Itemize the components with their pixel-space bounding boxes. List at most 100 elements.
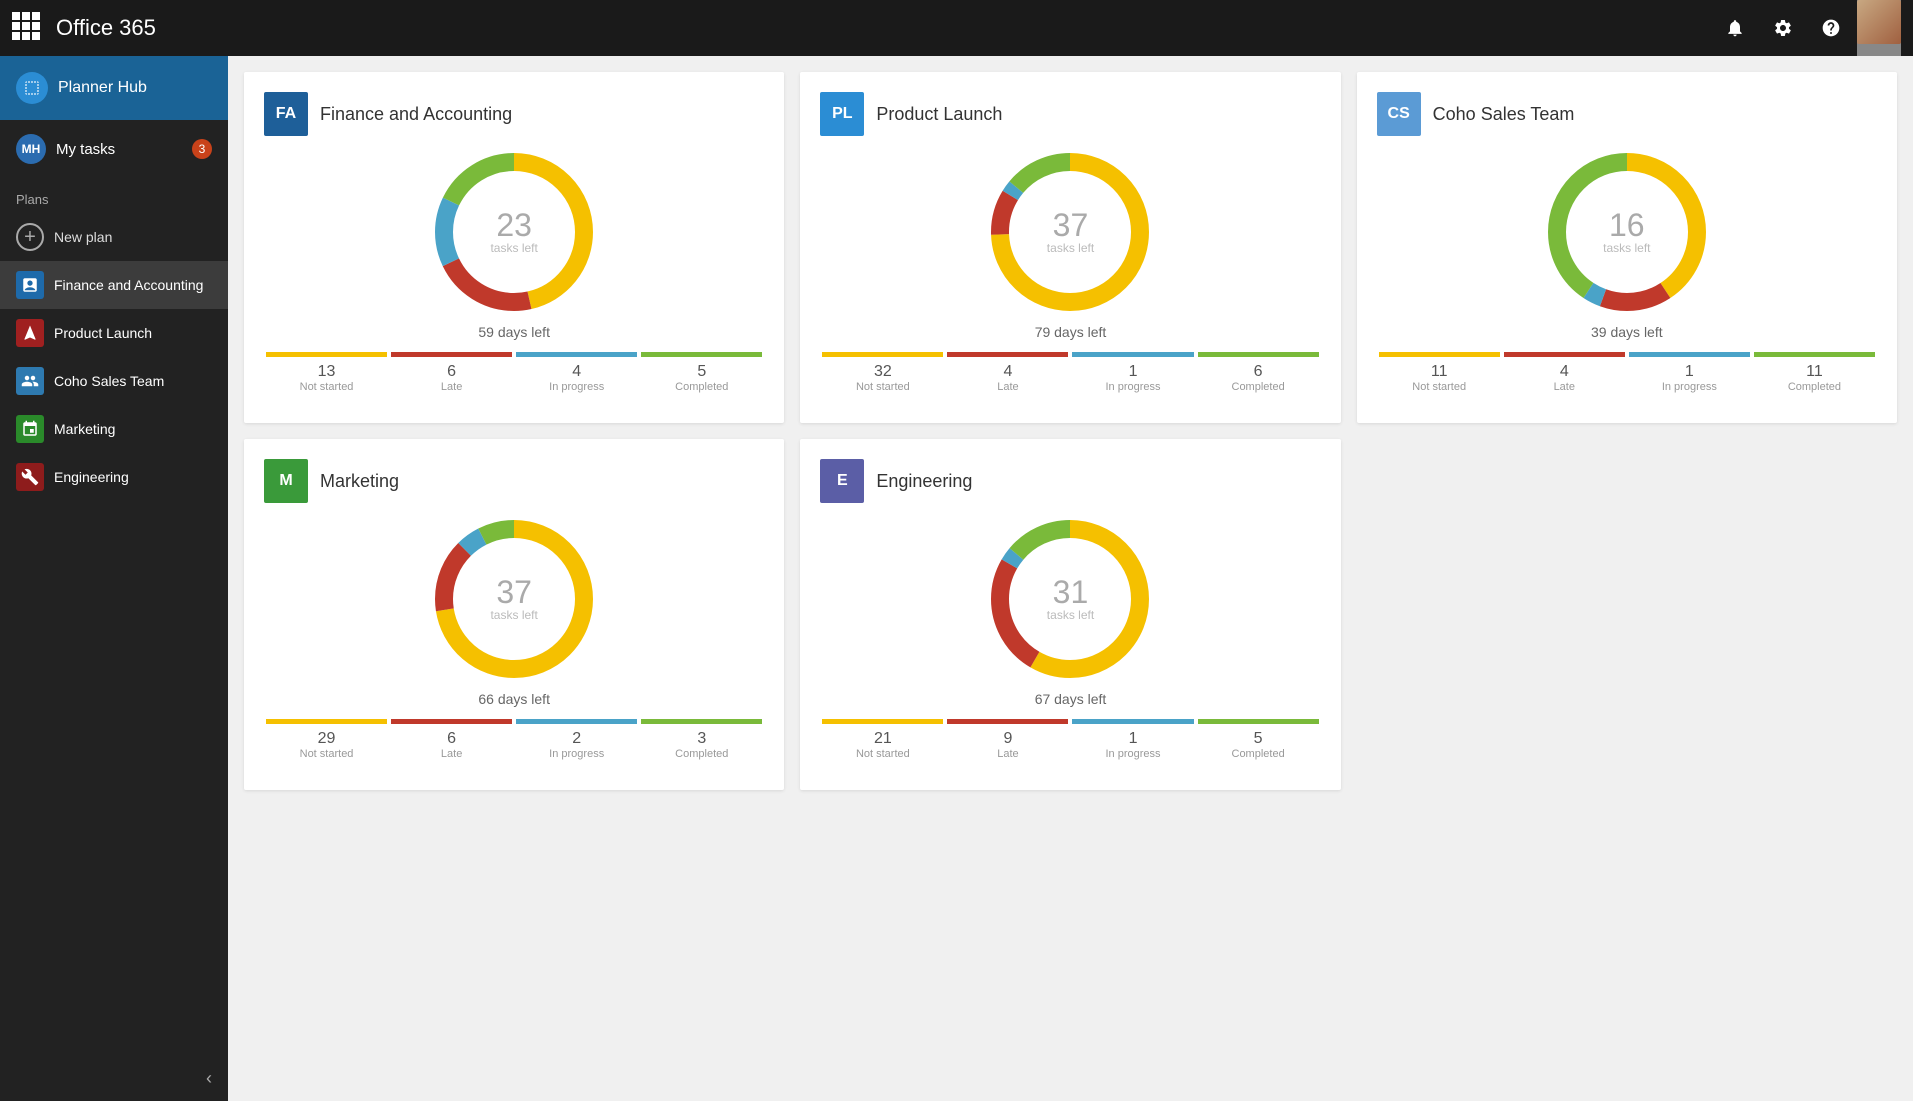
days-left-marketing: 66 days left (478, 691, 550, 707)
stat-marketing-3: 3 Completed (639, 730, 764, 760)
help-button[interactable] (1809, 0, 1853, 56)
my-tasks-label: My tasks (56, 141, 182, 158)
stat-product-2: 1 In progress (1070, 363, 1195, 393)
donut-coho: 16 tasks left (1547, 152, 1707, 312)
bar-product-3 (1198, 352, 1319, 357)
donut-center-product: 37 tasks left (1047, 209, 1094, 255)
notifications-button[interactable] (1713, 0, 1757, 56)
marketing-icon (16, 415, 44, 443)
bar-coho-0 (1379, 352, 1500, 357)
bar-product-0 (822, 352, 943, 357)
chart-product: 37 tasks left 79 days left 32 Not starte… (820, 152, 1320, 393)
donut-engineering: 31 tasks left (990, 519, 1150, 679)
planner-hub-item[interactable]: Planner Hub (0, 56, 228, 120)
bar-coho-2 (1629, 352, 1750, 357)
plan-name-engineering: Engineering (876, 471, 972, 492)
sidebar-item-product[interactable]: Product Launch (0, 309, 228, 357)
plan-header-product: PL Product Launch (820, 92, 1320, 136)
plan-name-finance: Finance and Accounting (320, 104, 512, 125)
my-tasks-item[interactable]: MH My tasks 3 (0, 120, 228, 178)
content-area: FA Finance and Accounting 23 tasks left … (228, 56, 1913, 1101)
plan-header-engineering: E Engineering (820, 459, 1320, 503)
plan-card-marketing[interactable]: M Marketing 37 tasks left 66 days left 2… (244, 439, 784, 790)
donut-marketing: 37 tasks left (434, 519, 594, 679)
bar-product-1 (947, 352, 1068, 357)
plan-badge-product: PL (820, 92, 864, 136)
avatar[interactable] (1857, 0, 1901, 56)
sidebar-engineering-label: Engineering (54, 469, 129, 485)
bar-coho-3 (1754, 352, 1875, 357)
plan-header-marketing: M Marketing (264, 459, 764, 503)
sidebar-product-label: Product Launch (54, 325, 152, 341)
plan-badge-marketing: M (264, 459, 308, 503)
stat-product-1: 4 Late (945, 363, 1070, 393)
plan-badge-engineering: E (820, 459, 864, 503)
new-plan-label: New plan (54, 229, 112, 245)
chart-marketing: 37 tasks left 66 days left 29 Not starte… (264, 519, 764, 760)
finance-icon (16, 271, 44, 299)
donut-center-engineering: 31 tasks left (1047, 576, 1094, 622)
plan-badge-coho: CS (1377, 92, 1421, 136)
donut-center-finance: 23 tasks left (490, 209, 537, 255)
stat-product-3: 6 Completed (1196, 363, 1321, 393)
collapse-icon: ‹ (206, 1068, 212, 1089)
days-left-coho: 39 days left (1591, 324, 1663, 340)
bar-engineering-1 (947, 719, 1068, 724)
plan-header-coho: CS Coho Sales Team (1377, 92, 1877, 136)
sidebar-finance-label: Finance and Accounting (54, 277, 203, 293)
coho-icon (16, 367, 44, 395)
chart-coho: 16 tasks left 39 days left 11 Not starte… (1377, 152, 1877, 393)
donut-center-marketing: 37 tasks left (490, 576, 537, 622)
bar-engineering-0 (822, 719, 943, 724)
stat-finance-3: 5 Completed (639, 363, 764, 393)
stats-bars-marketing (264, 719, 764, 724)
plan-card-engineering[interactable]: E Engineering 31 tasks left 67 days left… (800, 439, 1340, 790)
bar-finance-3 (641, 352, 762, 357)
collapse-button[interactable]: ‹ (0, 1056, 228, 1101)
stats-row-product: 32 Not started 4 Late 1 In progress 6 Co… (820, 363, 1320, 393)
bar-marketing-0 (266, 719, 387, 724)
stat-engineering-2: 1 In progress (1070, 730, 1195, 760)
stat-finance-0: 13 Not started (264, 363, 389, 393)
bar-finance-2 (516, 352, 637, 357)
sidebar-item-marketing[interactable]: Marketing (0, 405, 228, 453)
stat-engineering-1: 9 Late (945, 730, 1070, 760)
days-left-engineering: 67 days left (1035, 691, 1107, 707)
settings-button[interactable] (1761, 0, 1805, 56)
bar-marketing-1 (391, 719, 512, 724)
plan-name-product: Product Launch (876, 104, 1002, 125)
bar-finance-0 (266, 352, 387, 357)
new-plan-item[interactable]: + New plan (0, 213, 228, 261)
plan-card-coho[interactable]: CS Coho Sales Team 16 tasks left 39 days… (1357, 72, 1897, 423)
sidebar-item-engineering[interactable]: Engineering (0, 453, 228, 501)
plan-name-marketing: Marketing (320, 471, 399, 492)
my-tasks-icon: MH (16, 134, 46, 164)
donut-center-coho: 16 tasks left (1603, 209, 1650, 255)
bar-product-2 (1072, 352, 1193, 357)
chart-finance: 23 tasks left 59 days left 13 Not starte… (264, 152, 764, 393)
planner-hub-label: Planner Hub (58, 79, 147, 97)
stat-engineering-3: 5 Completed (1196, 730, 1321, 760)
app-title: Office 365 (56, 15, 1713, 41)
plan-header-finance: FA Finance and Accounting (264, 92, 764, 136)
stat-finance-2: 4 In progress (514, 363, 639, 393)
plan-card-product[interactable]: PL Product Launch 37 tasks left 79 days … (800, 72, 1340, 423)
stats-row-engineering: 21 Not started 9 Late 1 In progress 5 Co… (820, 730, 1320, 760)
planner-hub-icon (16, 72, 48, 104)
stat-finance-1: 6 Late (389, 363, 514, 393)
stats-bars-engineering (820, 719, 1320, 724)
product-icon (16, 319, 44, 347)
stats-row-coho: 11 Not started 4 Late 1 In progress 11 C… (1377, 363, 1877, 393)
sidebar-item-coho[interactable]: Coho Sales Team (0, 357, 228, 405)
waffle-icon[interactable] (12, 12, 44, 44)
sidebar-item-finance[interactable]: Finance and Accounting (0, 261, 228, 309)
bar-engineering-3 (1198, 719, 1319, 724)
chart-engineering: 31 tasks left 67 days left 21 Not starte… (820, 519, 1320, 760)
my-tasks-badge: 3 (192, 139, 212, 159)
plan-card-finance[interactable]: FA Finance and Accounting 23 tasks left … (244, 72, 784, 423)
bar-marketing-3 (641, 719, 762, 724)
stat-product-0: 32 Not started (820, 363, 945, 393)
donut-finance: 23 tasks left (434, 152, 594, 312)
bar-marketing-2 (516, 719, 637, 724)
engineering-icon (16, 463, 44, 491)
